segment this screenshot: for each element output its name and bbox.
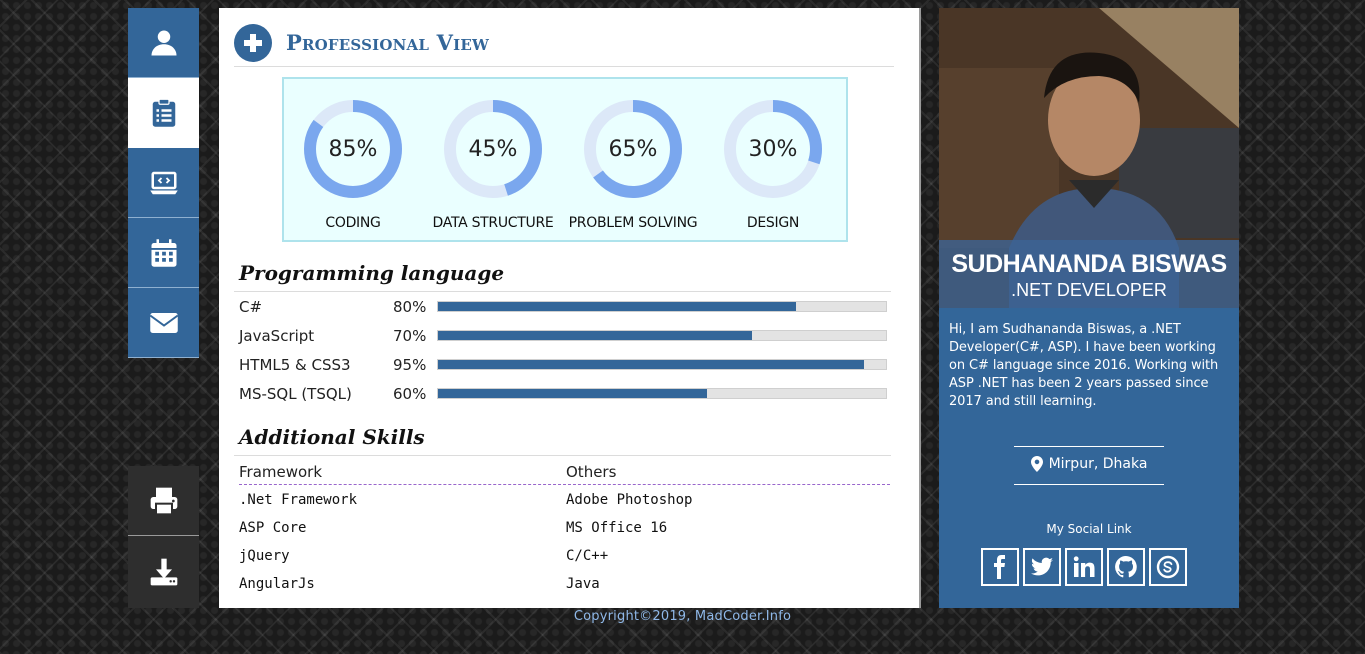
download-icon [150, 558, 177, 586]
programming-section-title: Programming language [239, 261, 505, 285]
progress-bar [437, 359, 887, 370]
table-row: .Net Framework Adobe Photoshop [239, 492, 890, 520]
language-percent: 80% [393, 298, 427, 316]
main-panel: Professional View 85% CODING 45% DATA ST… [219, 8, 919, 608]
language-name: MS-SQL (TSQL) [239, 385, 352, 403]
nav-contact-button[interactable] [128, 288, 199, 358]
table-cell: C/C++ [566, 548, 609, 564]
nav-calendar-button[interactable] [128, 218, 199, 288]
table-cell: .Net Framework [239, 492, 358, 508]
plus-circle-icon [234, 23, 272, 62]
language-row: C# 80% [239, 298, 889, 324]
donut-value: 85% [329, 137, 378, 162]
skype-icon [1156, 555, 1180, 579]
map-marker-icon [1030, 456, 1043, 472]
table-cell: Java [566, 576, 600, 592]
language-row: MS-SQL (TSQL) 60% [239, 385, 889, 411]
skill-donut: 30% DESIGN [708, 99, 838, 231]
progress-bar [437, 301, 887, 312]
divider [1014, 446, 1164, 447]
envelope-icon [149, 312, 178, 333]
donut-chart: 45% [444, 100, 542, 198]
table-cell: Adobe Photoshop [566, 492, 693, 508]
skype-link[interactable] [1149, 548, 1187, 586]
donut-label: PROBLEM SOLVING [568, 215, 698, 231]
nav-professional-button[interactable] [128, 78, 199, 148]
table-cell: MS Office 16 [566, 520, 668, 536]
section-divider [234, 455, 891, 456]
language-percent: 70% [393, 327, 427, 345]
profile-card: SUDHANANDA BISWAS .NET DEVELOPER Hi, I a… [939, 8, 1239, 608]
donut-chart: 65% [584, 100, 682, 198]
table-row: ASP Core MS Office 16 [239, 520, 890, 548]
nav-portfolio-button[interactable] [128, 148, 199, 218]
donut-chart: 30% [724, 100, 822, 198]
table-cell: AngularJs [239, 576, 315, 592]
name-band: SUDHANANDA BISWAS .NET DEVELOPER [939, 240, 1239, 308]
sidebar-nav [128, 8, 199, 358]
language-name: C# [239, 298, 263, 316]
donut-value: 65% [609, 137, 658, 162]
language-name: JavaScript [239, 327, 315, 345]
progress-bar [437, 388, 887, 399]
profile-bio: Hi, I am Sudhananda Biswas, a .NET Devel… [949, 322, 1219, 409]
github-icon [1115, 556, 1137, 578]
table-row: jQuery C/C++ [239, 548, 890, 576]
donut-value: 45% [469, 137, 518, 162]
table-cell: ASP Core [239, 520, 307, 536]
profile-name: SUDHANANDA BISWAS [951, 250, 1227, 278]
location: Mirpur, Dhaka [1014, 456, 1164, 472]
profile-role: .NET DEVELOPER [1011, 280, 1167, 300]
clipboard-icon [152, 98, 175, 127]
location-text: Mirpur, Dhaka [1048, 456, 1148, 472]
laptop-code-icon [149, 171, 178, 194]
nav-profile-button[interactable] [128, 8, 199, 78]
main-header: Professional View [234, 19, 894, 67]
column-header-framework: Framework [239, 463, 323, 481]
donut-label: DATA STRUCTURE [432, 215, 554, 231]
facebook-icon [994, 555, 1005, 579]
language-name: HTML5 & CSS3 [239, 356, 351, 374]
language-percent: 60% [393, 385, 427, 403]
progress-fill [438, 331, 752, 340]
donut-chart: 85% [304, 100, 402, 198]
linkedin-link[interactable] [1065, 548, 1103, 586]
language-row: JavaScript 70% [239, 327, 889, 353]
divider [1014, 484, 1164, 485]
skills-table-header: Framework Others [239, 463, 890, 485]
twitter-link[interactable] [1023, 548, 1061, 586]
progress-fill [438, 302, 797, 311]
twitter-icon [1031, 557, 1053, 576]
donut-value: 30% [749, 137, 798, 162]
progress-fill [438, 389, 707, 398]
donut-label: DESIGN [746, 215, 800, 231]
linkedin-icon [1073, 556, 1095, 577]
additional-section-title: Additional Skills [239, 425, 425, 449]
language-row: HTML5 & CSS3 95% [239, 356, 889, 382]
language-percent: 95% [393, 356, 427, 374]
facebook-link[interactable] [981, 548, 1019, 586]
skill-donut-box: 85% CODING 45% DATA STRUCTURE 65% PROBLE… [282, 77, 848, 242]
tool-buttons [128, 466, 199, 608]
table-cell: jQuery [239, 548, 290, 564]
github-link[interactable] [1107, 548, 1145, 586]
download-button[interactable] [128, 536, 199, 608]
social-links [981, 548, 1187, 586]
donut-label: CODING [325, 215, 381, 231]
footer-copyright: Copyright©2019, MadCoder.Info [573, 609, 792, 624]
skill-donut: 45% DATA STRUCTURE [428, 99, 558, 231]
print-icon [150, 487, 177, 515]
user-icon [151, 30, 176, 55]
skill-donut: 85% CODING [288, 99, 418, 231]
print-button[interactable] [128, 466, 199, 536]
progress-fill [438, 360, 864, 369]
social-title: My Social Link [1046, 522, 1132, 536]
progress-bar [437, 330, 887, 341]
page-title: Professional View [286, 30, 490, 55]
skill-donut: 65% PROBLEM SOLVING [568, 99, 698, 231]
table-row: AngularJs Java [239, 576, 890, 604]
column-header-others: Others [566, 463, 617, 481]
calendar-icon [151, 238, 176, 267]
section-divider [234, 291, 891, 292]
